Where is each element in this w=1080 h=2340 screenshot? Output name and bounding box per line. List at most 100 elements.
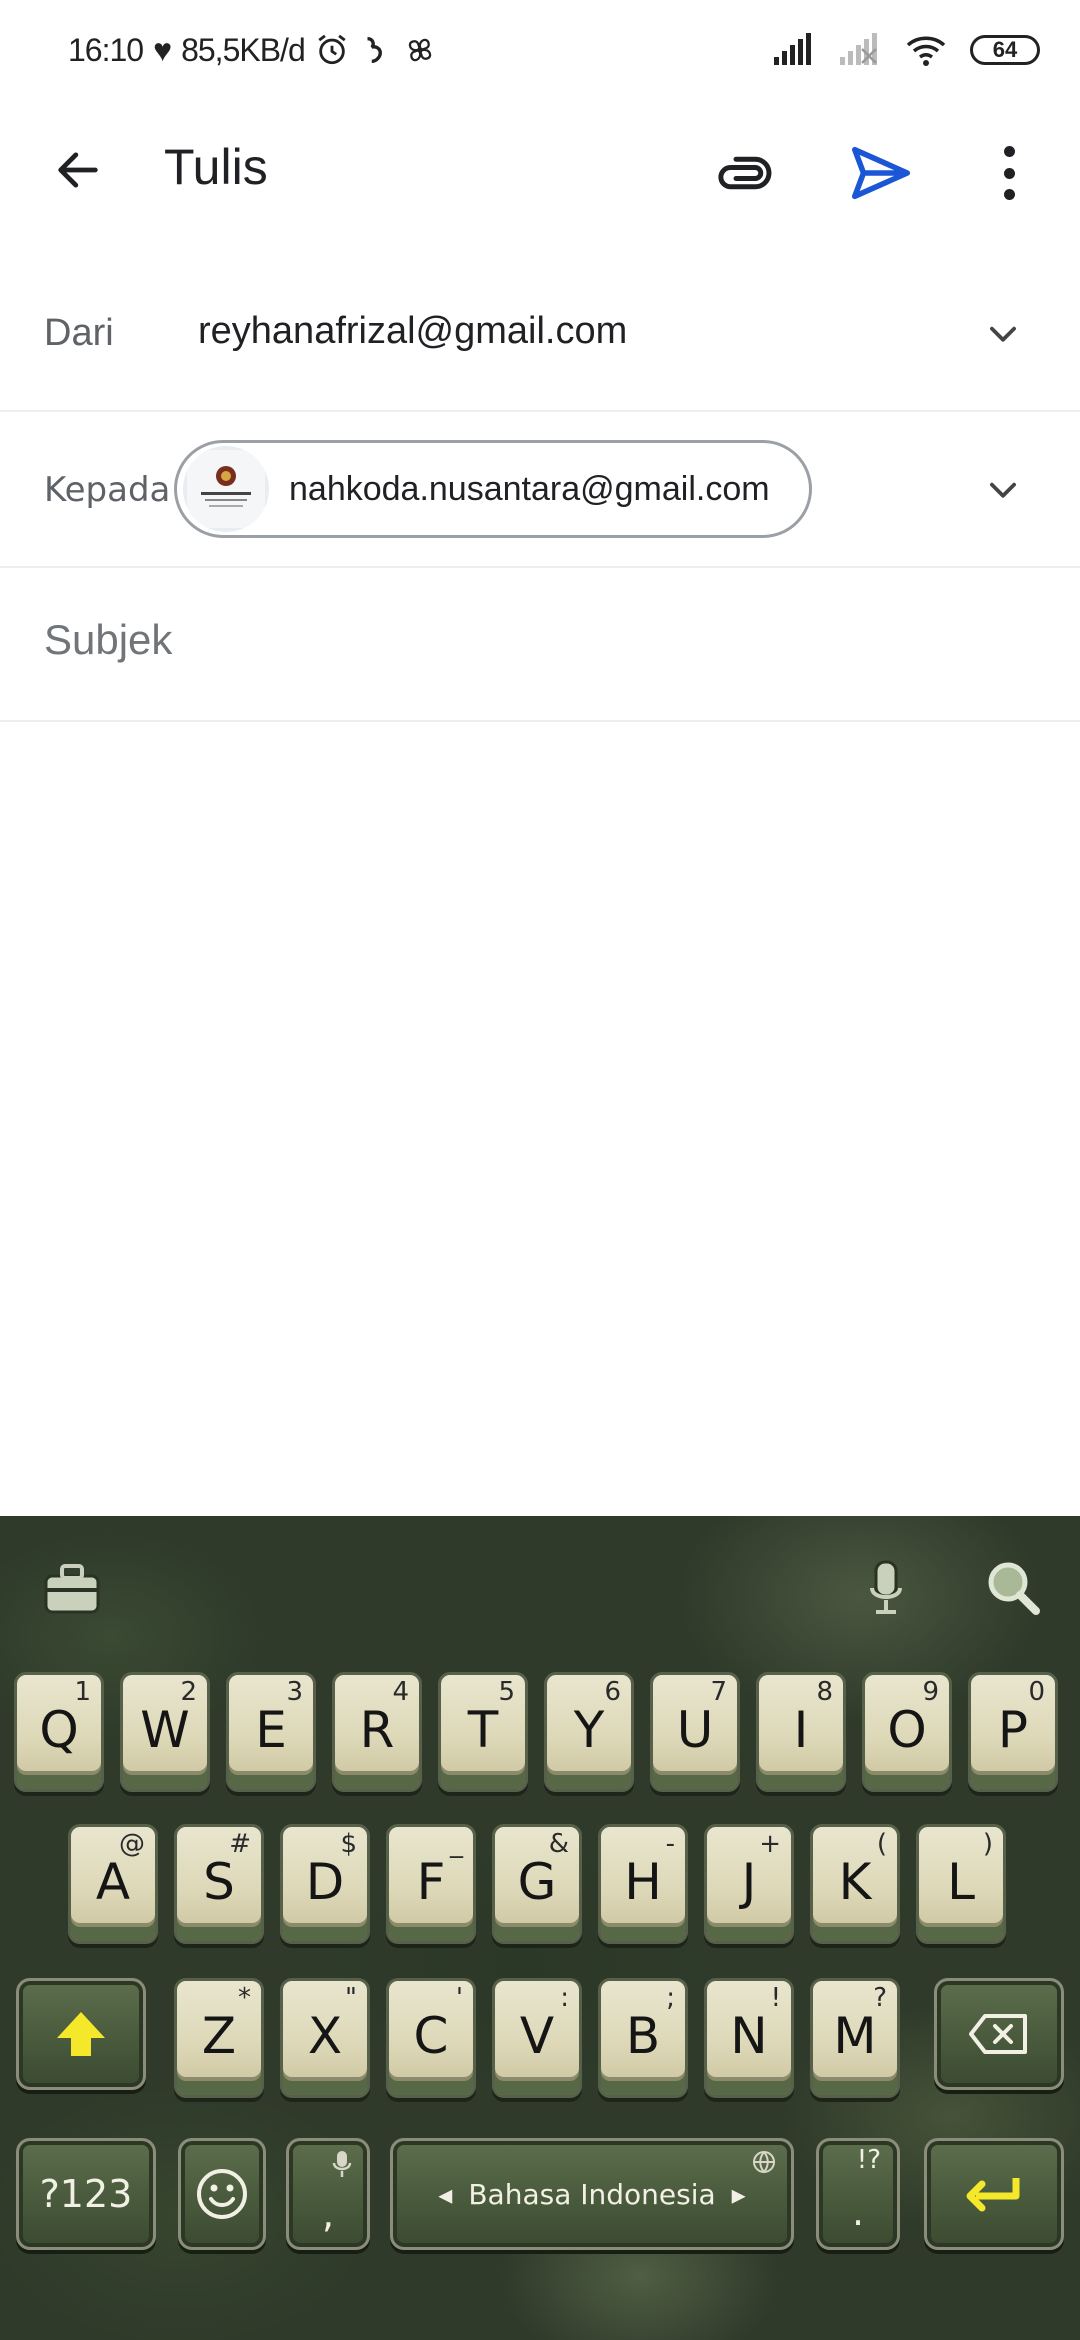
key-label: U <box>676 1701 714 1759</box>
heart-icon: ♥ <box>153 31 172 68</box>
emoji-icon <box>197 2169 247 2219</box>
key-a[interactable]: @ A <box>68 1824 158 1944</box>
back-button[interactable] <box>44 136 112 204</box>
key-k[interactable]: (K <box>810 1824 900 1944</box>
status-right: 64 <box>772 28 1040 72</box>
key-label: I <box>793 1701 809 1759</box>
to-label: Kepada <box>44 470 171 510</box>
key-label: C <box>413 2007 449 2065</box>
avatar <box>183 446 269 532</box>
symbols-key[interactable]: ?123 <box>16 2138 156 2250</box>
status-left: 16:10 ♥ 85,5KB/d <box>68 28 437 72</box>
chevron-down-icon[interactable] <box>984 316 1022 354</box>
key-label: F <box>416 1853 446 1911</box>
key-label: B <box>625 2007 661 2065</box>
attachment-icon <box>718 156 772 190</box>
key-b[interactable]: ; B <box>598 1978 688 2098</box>
key-u[interactable]: 7U <box>650 1672 740 1792</box>
key-label: Y <box>573 1701 605 1759</box>
mic-small-icon <box>332 2151 352 2177</box>
key-g[interactable]: & G <box>492 1824 582 1944</box>
key-r[interactable]: 4R <box>332 1672 422 1792</box>
send-icon <box>851 146 911 200</box>
key-q[interactable]: 1Q <box>14 1672 104 1792</box>
key-label: Q <box>39 1701 79 1759</box>
status-time: 16:10 <box>68 31 144 68</box>
status-bar: 16:10 ♥ 85,5KB/d 64 <box>0 0 1080 100</box>
space-key[interactable]: ◂ Bahasa Indonesia ▸ <box>390 2138 794 2250</box>
period-key[interactable]: !? . <box>816 2138 900 2250</box>
key-label: O <box>887 1701 927 1759</box>
key-p[interactable]: 0P <box>968 1672 1058 1792</box>
key-label: V <box>519 2007 555 2065</box>
key-e[interactable]: 3E <box>226 1672 316 1792</box>
from-value: reyhanafrizal@gmail.com <box>198 310 628 352</box>
key-h[interactable]: -H <box>598 1824 688 1944</box>
key-label: X <box>307 2007 343 2065</box>
period-label: . <box>851 2190 865 2234</box>
backspace-icon <box>969 2014 1027 2054</box>
key-o[interactable]: 9O <box>862 1672 952 1792</box>
key-t[interactable]: 5T <box>438 1672 528 1792</box>
toolbox-icon[interactable] <box>40 1558 104 1618</box>
chevron-down-icon[interactable] <box>984 472 1022 510</box>
space-label: ◂ Bahasa Indonesia ▸ <box>438 2178 745 2211</box>
more-vert-icon <box>1003 146 1015 157</box>
more-dot <box>1003 189 1015 200</box>
key-j[interactable]: + J <box>704 1824 794 1944</box>
key-label: D <box>305 1853 345 1911</box>
subject-input[interactable]: Subjek <box>44 616 172 664</box>
key-s[interactable]: # S <box>174 1824 264 1944</box>
keyboard: 1Q 2W 3E 4R 5T 6Y 7U 8I 9O 0P @ A # S $ D _… <box>0 1516 1080 2340</box>
key-label: P <box>997 1701 1029 1759</box>
subject-row[interactable]: Subjek <box>0 568 1080 722</box>
attach-button[interactable] <box>714 140 780 206</box>
send-button[interactable] <box>846 138 916 208</box>
key-label: E <box>255 1701 287 1759</box>
key-f[interactable]: _ F <box>386 1824 476 1944</box>
key-m[interactable]: ? M <box>810 1978 900 2098</box>
notification-icon <box>367 36 382 64</box>
key-z[interactable]: * Z <box>174 1978 264 2098</box>
comma-label: , <box>321 2192 335 2236</box>
enter-key[interactable] <box>924 2138 1064 2250</box>
key-c[interactable]: ' C <box>386 1978 476 2098</box>
key-v[interactable]: :V <box>492 1978 582 2098</box>
key-label: A <box>95 1853 131 1911</box>
search-icon[interactable] <box>980 1558 1044 1618</box>
shift-key[interactable] <box>16 1978 146 2090</box>
key-label: H <box>624 1853 662 1911</box>
key-label: G <box>517 1853 557 1911</box>
more-options-button[interactable] <box>986 140 1032 206</box>
key-d[interactable]: $ D <box>280 1824 370 1944</box>
key-y[interactable]: 6Y <box>544 1672 634 1792</box>
to-row[interactable]: Kepada nahkoda.nusantara@gmail.com <box>0 412 1080 568</box>
from-label: Dari <box>44 312 114 354</box>
back-arrow-icon <box>58 152 98 188</box>
recipient-chip[interactable]: nahkoda.nusantara@gmail.com <box>174 440 812 538</box>
chevron-left-icon: ◂ <box>438 2177 453 2211</box>
key-n[interactable]: ! N <box>704 1978 794 2098</box>
key-i[interactable]: 8I <box>756 1672 846 1792</box>
recipient-email: nahkoda.nusantara@gmail.com <box>289 469 770 508</box>
period-hint: !? <box>856 2145 881 2175</box>
enter-icon <box>966 2178 1020 2212</box>
emoji-key[interactable] <box>178 2138 266 2250</box>
key-w[interactable]: 2W <box>120 1672 210 1792</box>
battery-icon: 64 <box>970 35 1040 65</box>
from-row[interactable]: Dari reyhanafrizal@gmail.com <box>0 258 1080 412</box>
key-label: W <box>140 1701 190 1759</box>
message-body[interactable] <box>0 722 1080 1516</box>
key-l[interactable]: ) L <box>916 1824 1006 1944</box>
comma-key[interactable]: , <box>286 2138 370 2250</box>
more-dot <box>1003 167 1015 179</box>
key-label: K <box>838 1853 872 1911</box>
microphone-icon[interactable] <box>866 1558 906 1618</box>
key-x[interactable]: " X <box>280 1978 370 2098</box>
key-label: M <box>833 2007 877 2065</box>
page-title: Tulis <box>164 139 268 195</box>
key-label: N <box>730 2007 768 2065</box>
key-label: J <box>741 1853 757 1911</box>
fan-icon <box>408 38 431 62</box>
backspace-key[interactable] <box>934 1978 1064 2090</box>
